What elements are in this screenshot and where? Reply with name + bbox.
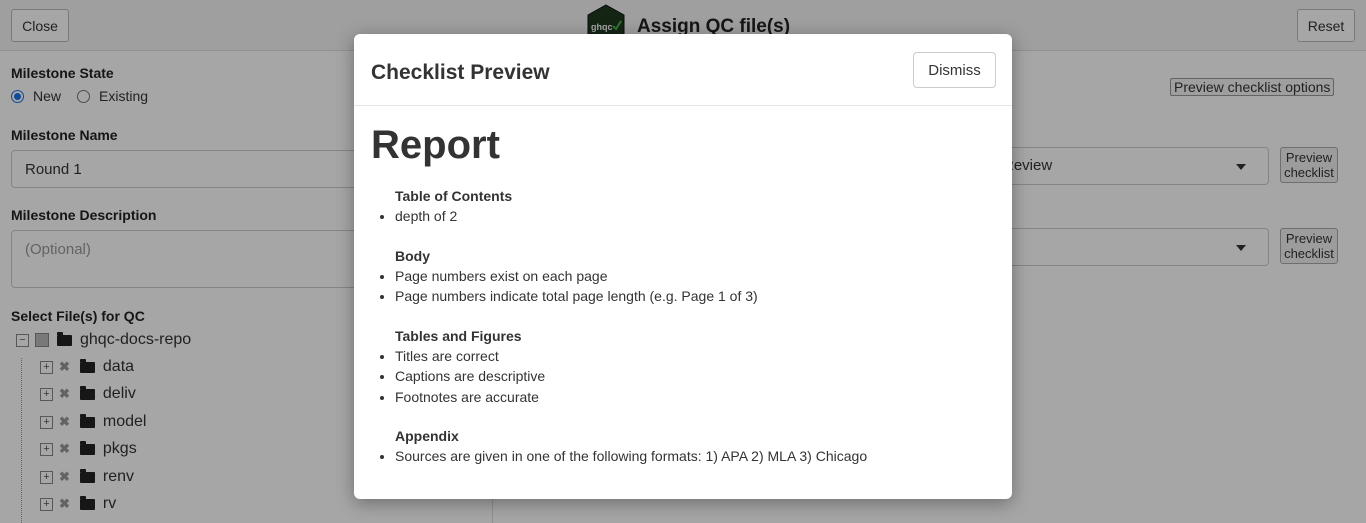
checklist-section: Tables and Figures Titles are correct Ca… [371,326,995,408]
modal-body: Report Table of Contents depth of 2 Body… [371,122,995,486]
section-heading: Table of Contents [395,188,513,204]
section-list: Sources are given in one of the followin… [395,446,995,467]
list-item: Footnotes are accurate [395,387,995,408]
checklist-section: Table of Contents depth of 2 [371,186,995,227]
checklist-section: Appendix Sources are given in one of the… [371,426,995,467]
modal-header: Checklist Preview Dismiss [354,34,1012,106]
modal-title: Checklist Preview [371,61,550,84]
report-title: Report [371,123,500,167]
section-list: Titles are correct Captions are descript… [395,346,995,408]
section-list: depth of 2 [395,206,995,227]
section-list: Page numbers exist on each page Page num… [395,266,995,307]
section-heading: Appendix [395,428,459,444]
checklist-preview-modal: Checklist Preview Dismiss Report Table o… [354,34,1012,499]
list-item: Page numbers indicate total page length … [395,286,995,307]
list-item: Captions are descriptive [395,366,995,387]
list-item: depth of 2 [395,206,995,227]
section-heading: Tables and Figures [395,327,522,344]
section-heading: Body [395,247,430,264]
dismiss-button[interactable]: Dismiss [913,52,996,88]
list-item: Page numbers exist on each page [395,266,995,287]
checklist-section: Body Page numbers exist on each page Pag… [371,246,995,307]
list-item: Sources are given in one of the followin… [395,446,995,467]
list-item: Titles are correct [395,346,995,367]
